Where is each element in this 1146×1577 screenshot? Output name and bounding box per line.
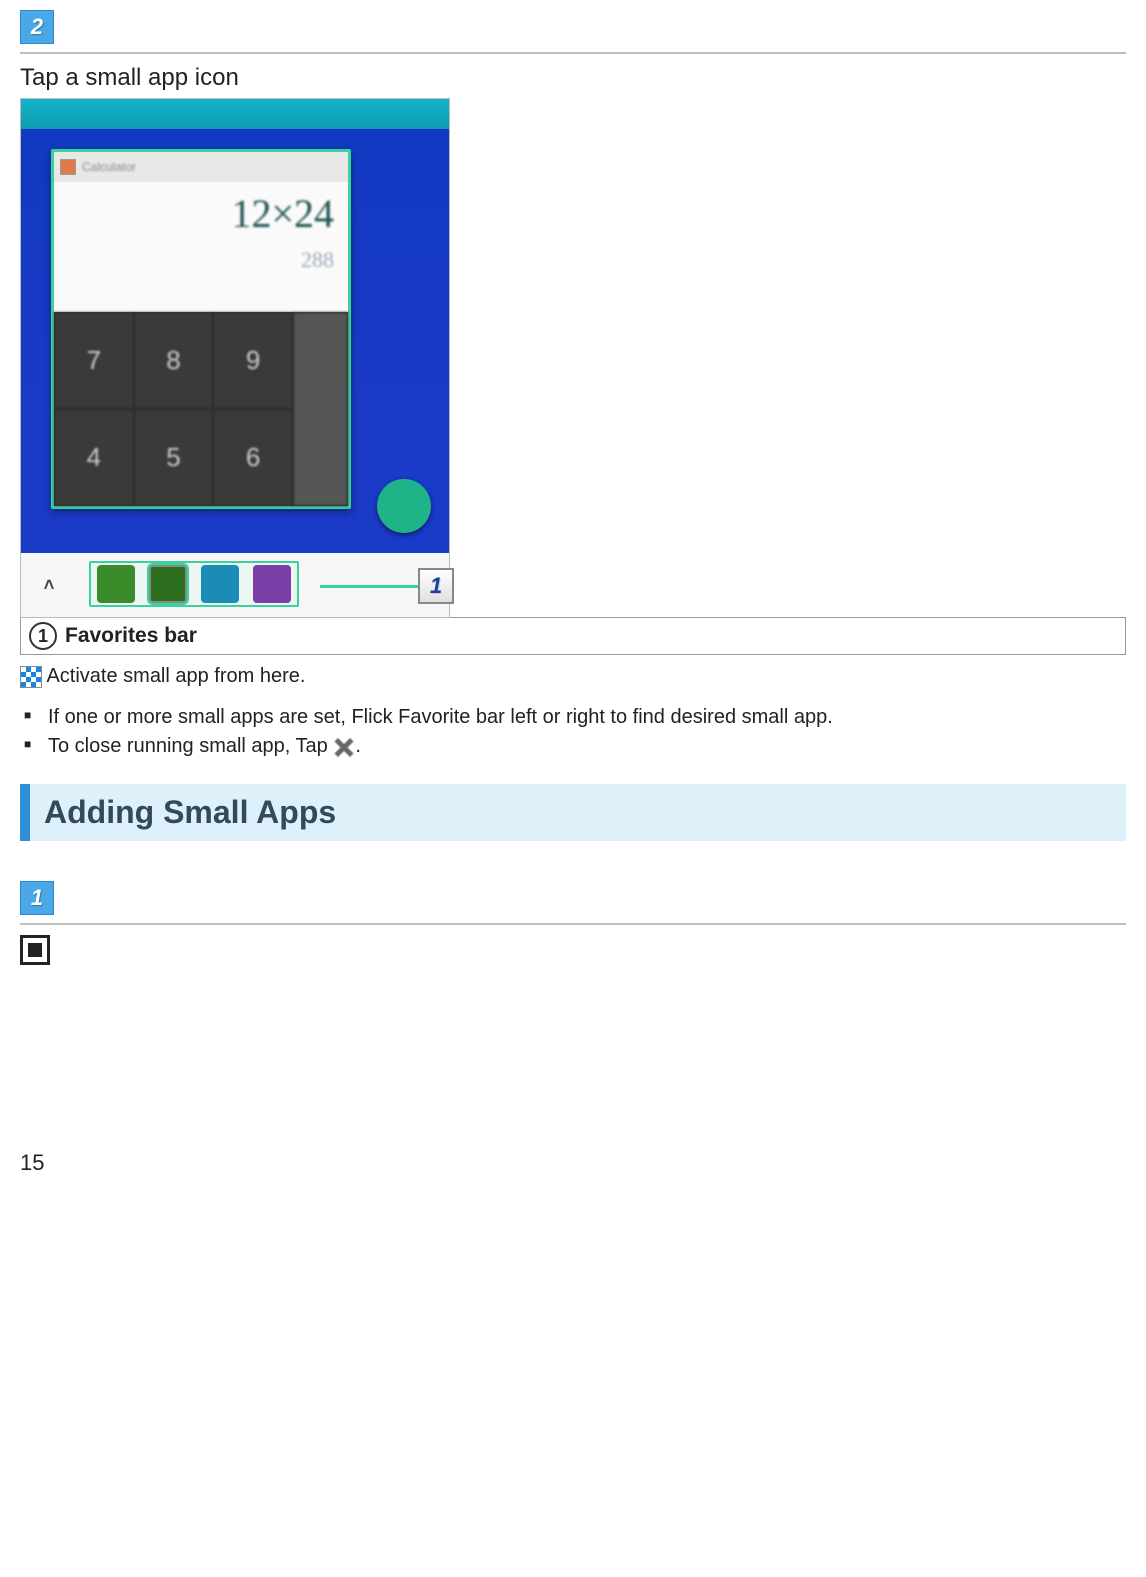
favorite-app-2-icon — [149, 565, 187, 603]
calc-key-4: 4 — [54, 409, 134, 506]
legend-row-1: 1 Favorites bar — [20, 617, 1126, 655]
recent-apps-button-icon — [20, 935, 50, 965]
step-1-divider — [20, 923, 1126, 925]
phone-screenshot: Calculator 12×24 288 7 8 9 4 5 6 ˄ — [20, 98, 450, 618]
calculator-title: Calculator — [82, 160, 136, 174]
favorite-app-3-icon — [201, 565, 239, 603]
checker-icon — [20, 666, 42, 688]
note-flick: If one or more small apps are set, Flick… — [48, 706, 1126, 729]
phone-status-bar — [21, 99, 449, 129]
close-icon — [333, 736, 355, 758]
calc-key-6: 6 — [213, 409, 293, 506]
calc-key-operator — [293, 312, 348, 506]
note-close-after: . — [355, 735, 361, 757]
calc-key-7: 7 — [54, 312, 134, 409]
note-close: To close running small app, Tap . — [48, 735, 1126, 758]
callout-1-badge: 1 — [418, 568, 454, 604]
favorites-icon-highlight — [89, 561, 299, 607]
favorites-expand-chevron-icon: ˄ — [21, 553, 77, 617]
step-2-divider — [20, 52, 1126, 54]
favorite-app-1-icon — [97, 565, 135, 603]
calc-key-8: 8 — [134, 312, 214, 409]
section-heading-adding-small-apps: Adding Small Apps — [20, 784, 1126, 841]
page-number: 15 — [20, 1150, 1126, 1176]
activate-text: Activate small app from here. — [20, 665, 1126, 688]
calculator-app-icon — [60, 159, 76, 175]
callout-1-connector — [320, 585, 420, 588]
notes-list: If one or more small apps are set, Flick… — [20, 706, 1126, 758]
calculator-keypad: 7 8 9 4 5 6 — [54, 312, 348, 506]
legend-1-title: Favorites bar — [65, 624, 197, 648]
calculator-display: 12×24 288 — [54, 182, 348, 312]
calc-key-9: 9 — [213, 312, 293, 409]
step-1-badge: 1 — [20, 881, 54, 915]
calculator-titlebar: Calculator — [54, 152, 348, 182]
phone-screenshot-container: Calculator 12×24 288 7 8 9 4 5 6 ˄ — [20, 98, 480, 618]
favorite-app-4-icon — [253, 565, 291, 603]
calculator-small-app: Calculator 12×24 288 7 8 9 4 5 6 — [51, 149, 351, 509]
step-2-instruction: Tap a small app icon — [20, 64, 1126, 92]
note-close-before: To close running small app, Tap — [48, 735, 333, 757]
calc-key-5: 5 — [134, 409, 214, 506]
calculator-expression: 12×24 — [68, 190, 334, 237]
activate-text-label: Activate small app from here. — [46, 665, 305, 687]
step-1-instruction — [20, 935, 1126, 970]
floating-action-button — [377, 479, 431, 533]
calculator-result: 288 — [68, 247, 334, 273]
phone-wallpaper: Calculator 12×24 288 7 8 9 4 5 6 ˄ — [21, 99, 449, 617]
legend-1-number: 1 — [29, 622, 57, 650]
step-2-badge: 2 — [20, 10, 54, 44]
